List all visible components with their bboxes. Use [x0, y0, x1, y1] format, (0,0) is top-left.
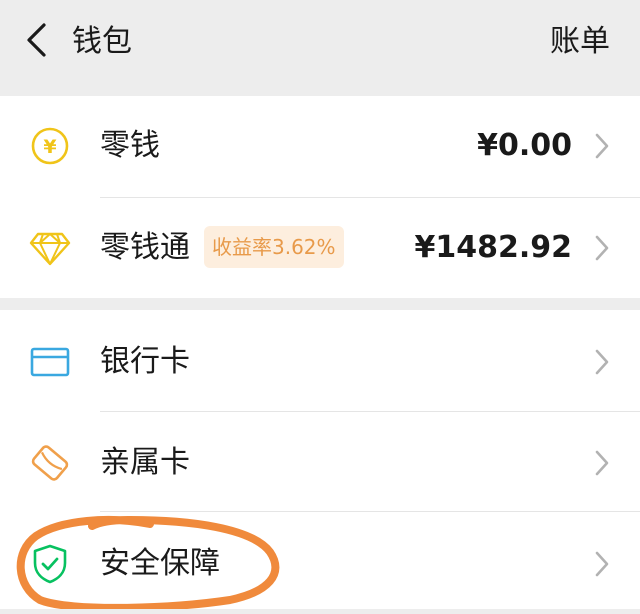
shield-check-icon: [28, 542, 72, 586]
list-item-label: 银行卡: [100, 344, 190, 379]
list-item-label: 安全保障: [100, 546, 220, 581]
list-item-label: 亲属卡: [100, 445, 190, 480]
chevron-right-icon: [595, 349, 609, 375]
balance-value: ¥0.00: [477, 128, 572, 163]
bill-button[interactable]: 账单: [550, 22, 610, 62]
divider: [100, 411, 640, 412]
page-title: 钱包: [72, 24, 132, 59]
chevron-right-icon: [595, 450, 609, 476]
list-item-change[interactable]: ¥ 零钱 ¥0.00: [0, 96, 640, 196]
balance-group: ¥ 零钱 ¥0.00 零钱通 收益率3.62% ¥1482.92: [0, 96, 640, 298]
chevron-right-icon: [595, 551, 609, 577]
chevron-left-icon: [27, 23, 46, 57]
list-item-label: 零钱: [100, 128, 160, 163]
top-bar: 钱包 账单: [0, 0, 640, 96]
diamond-icon: [28, 226, 72, 270]
list-item-security[interactable]: 安全保障: [0, 514, 640, 614]
services-group: 银行卡 亲属卡 安全保障: [0, 310, 640, 609]
list-item-family-card[interactable]: 亲属卡: [0, 413, 640, 513]
coin-icon: ¥: [28, 124, 72, 168]
back-button[interactable]: [14, 18, 58, 62]
yield-badge: 收益率3.62%: [204, 226, 344, 268]
family-card-icon: [28, 441, 72, 485]
svg-text:¥: ¥: [43, 136, 56, 158]
divider: [100, 511, 640, 512]
chevron-right-icon: [595, 133, 609, 159]
chevron-right-icon: [595, 235, 609, 261]
balance-value: ¥1482.92: [414, 230, 572, 265]
list-item-label: 零钱通: [100, 230, 190, 265]
bank-card-icon: [28, 340, 72, 384]
list-item-lingqiantong[interactable]: 零钱通 收益率3.62% ¥1482.92: [0, 198, 640, 298]
list-item-bank-card[interactable]: 银行卡: [0, 312, 640, 412]
